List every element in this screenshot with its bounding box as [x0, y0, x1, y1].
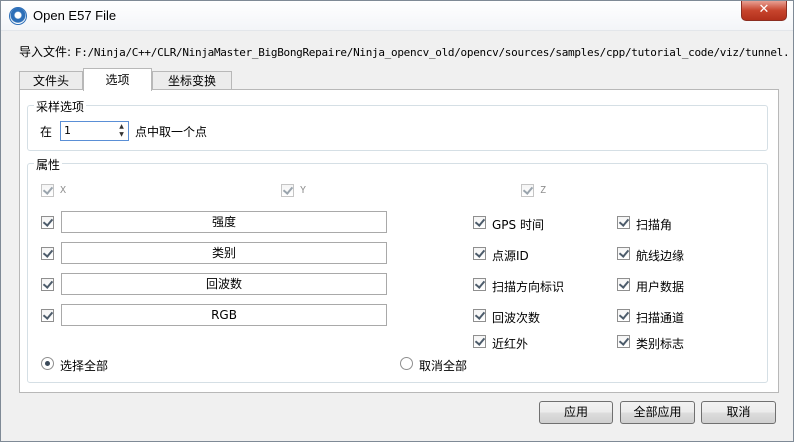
sampling-prefix: 在 — [40, 125, 53, 139]
checkbox-number-of-returns-label: 回波次数 — [492, 311, 541, 325]
checkbox-scan-direction-label: 扫描方向标识 — [492, 280, 565, 294]
sampling-stepper[interactable]: 1 ▲ ▼ — [60, 121, 129, 141]
tab-options[interactable]: 选项 — [83, 68, 152, 91]
checkbox-y-label: Y — [300, 185, 307, 196]
rgb-field[interactable]: RGB — [61, 304, 387, 326]
checkbox-gps-time-label: GPS 时间 — [492, 218, 544, 232]
window-title: Open E57 File — [33, 8, 117, 23]
intensity-field[interactable]: 强度 — [61, 211, 387, 233]
checkbox-scan-angle[interactable] — [617, 216, 630, 229]
attributes-group-title: 属性 — [34, 156, 63, 173]
spin-down-icon[interactable]: ▼ — [117, 131, 126, 139]
radio-deselect-all-label: 取消全部 — [419, 359, 468, 373]
classification-field[interactable]: 类别 — [61, 242, 387, 264]
import-file-label: 导入文件: — [19, 45, 72, 59]
checkbox-scan-channel-label: 扫描通道 — [636, 311, 685, 325]
sampling-value: 1 — [64, 124, 71, 137]
close-icon: ✕ — [758, 2, 770, 17]
checkbox-classification-flags-label: 类别标志 — [636, 337, 685, 351]
checkbox-edge-of-flight-line-label: 航线边缘 — [636, 249, 685, 263]
checkbox-user-data-label: 用户数据 — [636, 280, 685, 294]
checkbox-point-source-id[interactable] — [473, 247, 486, 260]
app-logo-icon — [9, 7, 27, 25]
options-panel: 采样选项 在 1 ▲ ▼ 点中取一个点 属性 X Y Z 强度 类别 回波数 R… — [19, 89, 779, 393]
checkbox-gps-time[interactable] — [473, 216, 486, 229]
checkbox-return-number[interactable] — [41, 278, 54, 291]
checkbox-z-label: Z — [540, 185, 547, 196]
tab-coordinate-transform[interactable]: 坐标变换 — [152, 71, 232, 90]
checkbox-classification-flags[interactable] — [617, 335, 630, 348]
sampling-group-title: 采样选项 — [34, 98, 87, 115]
checkbox-y — [281, 184, 294, 197]
checkbox-x-label: X — [60, 185, 67, 196]
apply-button[interactable]: 应用 — [539, 401, 613, 424]
apply-all-button[interactable]: 全部应用 — [620, 401, 695, 424]
checkbox-scan-angle-label: 扫描角 — [636, 218, 673, 232]
spin-up-icon[interactable]: ▲ — [117, 123, 126, 131]
radio-deselect-all[interactable] — [400, 357, 413, 370]
import-file-path: F:/Ninja/C++/CLR/NinjaMaster_BigBongRepa… — [74, 46, 789, 59]
checkbox-scan-channel[interactable] — [617, 309, 630, 322]
sampling-suffix: 点中取一个点 — [135, 125, 208, 139]
cancel-button[interactable]: 取消 — [701, 401, 776, 424]
checkbox-z — [521, 184, 534, 197]
checkbox-near-infrared-label: 近红外 — [492, 337, 529, 351]
checkbox-point-source-id-label: 点源ID — [492, 249, 529, 263]
checkbox-intensity[interactable] — [41, 216, 54, 229]
return-number-field[interactable]: 回波数 — [61, 273, 387, 295]
tab-file-header[interactable]: 文件头 — [19, 71, 83, 90]
checkbox-user-data[interactable] — [617, 278, 630, 291]
checkbox-number-of-returns[interactable] — [473, 309, 486, 322]
close-button[interactable]: ✕ — [741, 1, 787, 21]
checkbox-edge-of-flight-line[interactable] — [617, 247, 630, 260]
checkbox-x — [41, 184, 54, 197]
title-bar[interactable]: Open E57 File ✕ — [1, 1, 793, 31]
dialog-window: Open E57 File ✕ 导入文件: F:/Ninja/C++/CLR/N… — [0, 0, 794, 442]
radio-select-all[interactable] — [41, 357, 54, 370]
checkbox-near-infrared[interactable] — [473, 335, 486, 348]
checkbox-rgb[interactable] — [41, 309, 54, 322]
checkbox-classification[interactable] — [41, 247, 54, 260]
checkbox-scan-direction[interactable] — [473, 278, 486, 291]
radio-select-all-label: 选择全部 — [60, 359, 109, 373]
import-file-row: 导入文件: F:/Ninja/C++/CLR/NinjaMaster_BigBo… — [19, 43, 789, 60]
